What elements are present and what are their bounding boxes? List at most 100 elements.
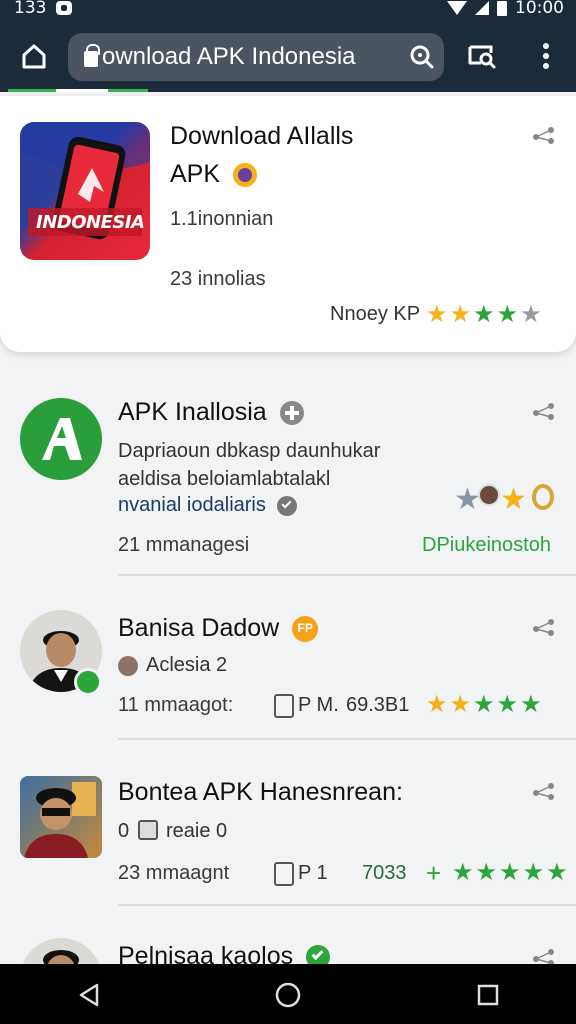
star-icon: ★ [449,690,472,718]
circle-home-icon [275,982,301,1008]
featured-meta-1: 1.1inonnian [170,208,274,230]
medal-icon [532,484,554,510]
status-time-left: 133 [14,0,47,18]
home-button[interactable] [10,32,58,80]
list-item[interactable]: Pelnisaa kaolos [0,924,576,964]
status-bar: 133 10:00 [0,0,576,22]
star-icon: ★ [426,300,448,328]
home-nav-button[interactable] [271,978,305,1012]
app-description-line-1: Dapriaoun dbkasp daunhukar [118,440,381,462]
more-vertical-icon [543,43,549,69]
back-icon [79,983,99,1007]
app-meta: 11 mmaagot: [118,694,234,716]
list-item[interactable]: APK Inallosia Dapriaoun dbkasp daunhukar… [0,380,576,576]
list-divider [118,574,576,576]
notification-icon [56,1,73,15]
app-title: Bontea APK Hanesnrean: [118,778,403,806]
star-icon: ★ [520,690,542,718]
recents-button[interactable] [471,978,505,1012]
list-divider [118,738,576,740]
app-thumbnail[interactable] [20,776,102,858]
app-subtitle: Aclesia 2 [146,654,228,676]
download-count: 7033 [362,862,407,884]
star-icon: ★ [546,858,568,886]
lock-icon [84,44,100,67]
star-icon: ★ [473,300,495,328]
fp-badge-icon: FP [292,616,319,643]
star-icon: ★ [520,300,542,328]
share-icon[interactable] [532,402,556,420]
share-icon[interactable] [532,782,556,800]
app-title: Banisa Dadow FP [118,614,319,643]
calendar-icon [138,820,158,840]
search-icon[interactable] [400,35,444,79]
list-divider [118,904,576,906]
home-icon [22,44,46,69]
small-avatar-icon [118,656,138,676]
featured-app-icon[interactable]: INDONESIA [20,122,150,260]
app-subtitle-prefix: 0 [118,820,130,842]
featured-rating-stars: ★ ★ ★ ★ ★ [426,302,542,326]
tab-search-icon [468,45,496,69]
phone-logo-icon [20,122,150,240]
list-item[interactable]: Bontea APK Hanesnrean: 0 reaie 0 23 mmaa… [0,760,576,904]
share-icon[interactable] [532,126,556,144]
star-award-icon: ★ [454,482,481,517]
list-item[interactable]: Banisa Dadow FP Aclesia 2 11 mmaagot: P … [0,596,576,740]
star-icon: ★ [522,858,545,886]
app-action-link[interactable]: DPiukeinostoh [422,534,551,557]
app-title: Pelnisaa kaolos [118,942,331,964]
status-time: 10:00 [515,0,564,18]
app-subtitle: reaie 0 [166,820,228,842]
star-icon: ★ [496,300,519,328]
app-meta: 21 mmanagesi [118,534,250,556]
overflow-menu-button[interactable] [522,32,570,80]
url-text: ownload APK Indonesia [102,43,356,70]
app-description-line-3: nvanial iodaliaris [118,494,298,517]
award-icons: ★ ★ [454,482,558,517]
star-icon: ★ [426,690,448,718]
featured-app-title: Download AIlalls [170,122,354,150]
featured-meta-2: 23 innolias [170,268,266,290]
featured-app-icon-label: INDONESIA [36,212,145,233]
user-avatar-icon [478,484,500,506]
share-icon[interactable] [532,948,556,964]
star-icon: ★ [449,300,472,328]
signal-icon [475,1,489,15]
add-icon[interactable]: + [426,858,441,889]
app-description-line-2: aeldisa beloiamlabtalakl [118,468,331,490]
download-count: 69.3B1 [346,694,410,716]
star-icon: ★ [496,690,519,718]
verified-icon [279,401,304,426]
developer-avatar[interactable] [20,938,102,964]
app-rating-stars: ★ ★ ★ ★ ★ [426,692,542,716]
share-icon[interactable] [532,618,556,636]
online-status-icon [74,668,102,696]
check-badge-icon [277,495,298,516]
star-icon: ★ [475,858,498,886]
app-meta: 23 mmaagnt [118,862,230,884]
url-bar[interactable]: ownload APK Indonesia [68,33,444,81]
featured-app-card[interactable]: INDONESIA Download AIlalls APK 1.1inonni… [0,96,576,352]
tabs-search-button[interactable] [458,32,506,80]
premium-badge-icon [232,163,257,188]
package-icon [274,862,294,886]
gold-star-icon: ★ [500,482,527,517]
app-logo-icon[interactable] [20,398,102,480]
back-button[interactable] [72,978,106,1012]
featured-rating-label: Nnoey KP [330,303,421,325]
browser-toolbar: ownload APK Indonesia [0,22,576,92]
app-label: P M. [298,694,339,716]
star-icon: ★ [499,858,521,886]
app-title: APK Inallosia [118,398,304,427]
star-icon: ★ [452,858,474,886]
verified-icon [306,945,331,964]
package-icon [274,694,294,718]
app-label: P 1 [298,862,328,884]
system-navigation-bar [0,964,576,1024]
featured-app-title-line2: APK [170,160,257,189]
app-rating-stars: ★ ★ ★ ★ ★ [452,860,568,884]
square-recents-icon [477,984,499,1006]
page-load-progress-highlight [56,89,108,92]
battery-icon [497,0,507,16]
